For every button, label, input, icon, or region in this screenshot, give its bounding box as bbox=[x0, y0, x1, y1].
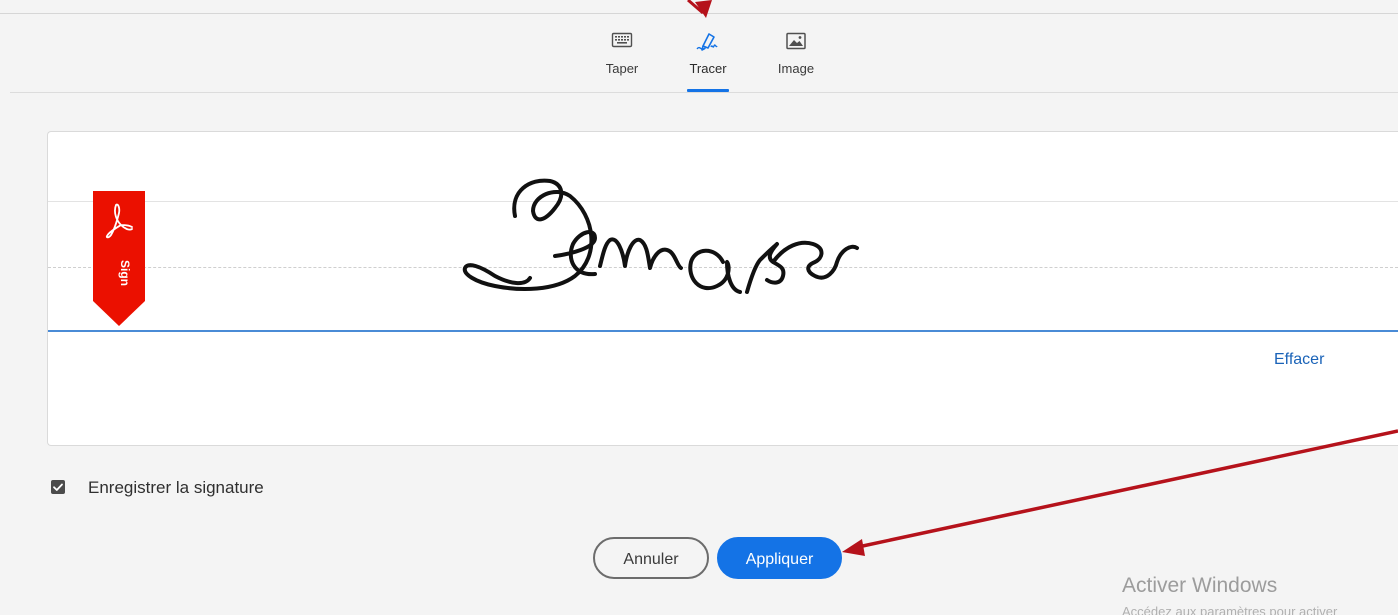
keyboard-icon bbox=[611, 32, 633, 48]
signature-baseline bbox=[48, 330, 1398, 332]
image-icon bbox=[786, 32, 806, 50]
arrow-head-icon bbox=[695, 0, 712, 18]
windows-activation-subtitle: Accédez aux paramètres pour activer bbox=[1122, 604, 1338, 615]
tab-image[interactable]: Image bbox=[766, 30, 826, 76]
sign-badge-label: Sign bbox=[118, 260, 132, 286]
checkmark-icon bbox=[53, 483, 63, 491]
drawn-signature bbox=[462, 178, 859, 294]
save-signature-label: Enregistrer la signature bbox=[88, 478, 264, 497]
acrobat-sign-icon: Sign bbox=[93, 191, 145, 326]
cancel-button[interactable]: Annuler bbox=[593, 537, 709, 579]
annotation-arrow-top bbox=[687, 0, 704, 15]
arrow-head-icon bbox=[842, 539, 865, 556]
annotation-arrow-apply bbox=[857, 429, 1398, 549]
pen-draw-icon bbox=[696, 33, 718, 51]
windows-activation-watermark: Activer Windows bbox=[1122, 574, 1278, 597]
save-signature-checkbox[interactable] bbox=[51, 480, 65, 494]
top-divider bbox=[0, 13, 1398, 14]
apply-button[interactable]: Appliquer bbox=[717, 537, 842, 579]
tab-tracer[interactable]: Tracer bbox=[678, 30, 738, 76]
tab-label: Taper bbox=[605, 61, 639, 76]
signature-dialog: Taper Tracer Image Effacer Sign Enregist… bbox=[0, 0, 1398, 615]
clear-signature-link[interactable]: Effacer bbox=[1274, 351, 1324, 369]
tab-label: Tracer bbox=[689, 61, 727, 76]
tab-label: Image bbox=[777, 61, 815, 76]
tab-taper[interactable]: Taper bbox=[592, 30, 652, 76]
tabbar-divider bbox=[10, 92, 1398, 93]
